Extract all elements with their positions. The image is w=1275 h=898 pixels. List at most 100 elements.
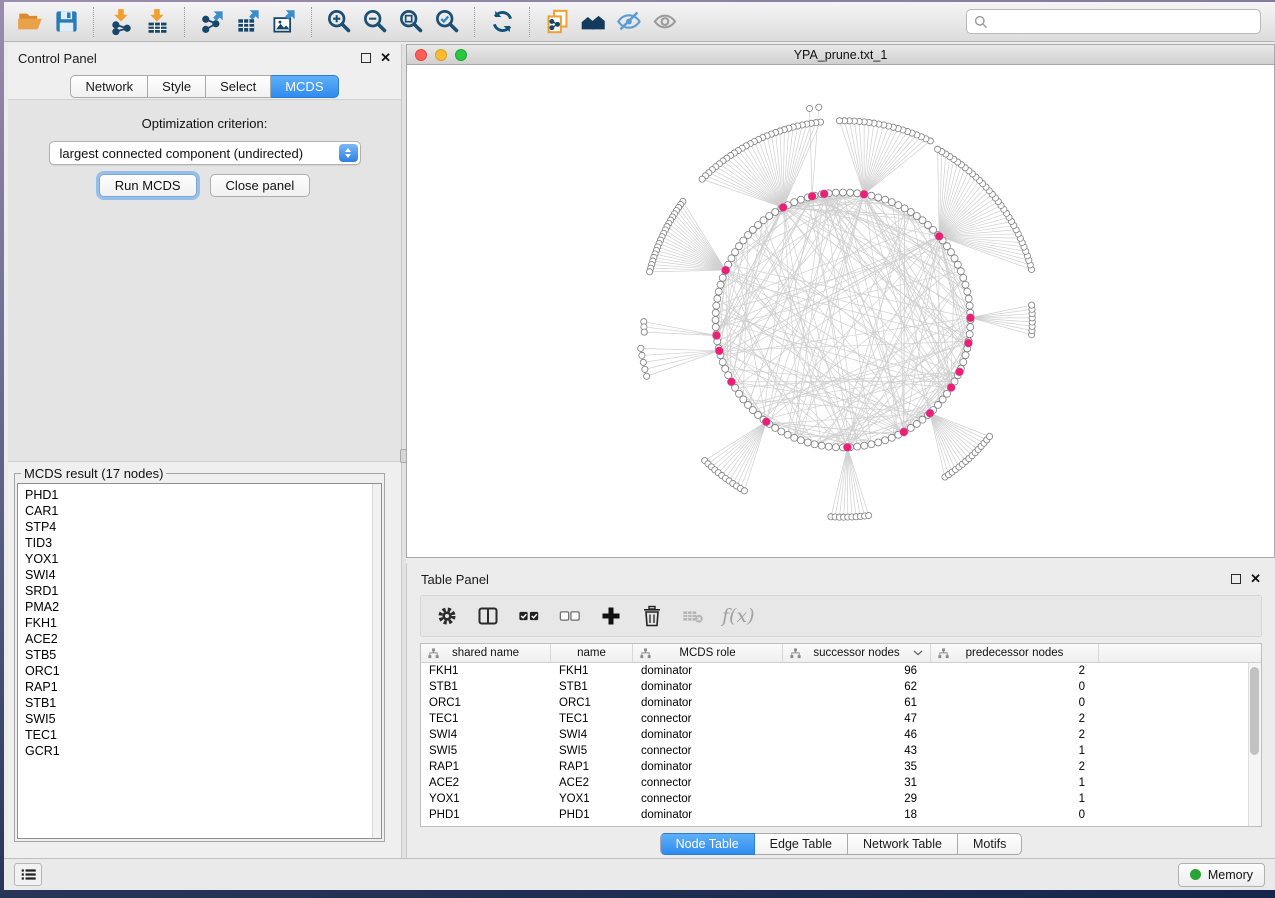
tab-network[interactable]: Network bbox=[70, 75, 148, 98]
zoom-fit-button[interactable] bbox=[393, 5, 429, 39]
import-network-icon bbox=[108, 8, 135, 35]
table-row[interactable]: RAP1RAP1dominator352 bbox=[421, 759, 1248, 775]
table-row[interactable]: FKH1FKH1dominator962 bbox=[421, 663, 1248, 679]
mcds-result-item[interactable]: PHD1 bbox=[25, 487, 381, 503]
export-table-icon bbox=[235, 8, 262, 35]
table-row[interactable]: YOX1YOX1connector291 bbox=[421, 791, 1248, 807]
zoom-in-button[interactable] bbox=[321, 5, 357, 39]
show-graphics-details-button[interactable] bbox=[647, 5, 683, 39]
export-network-button[interactable] bbox=[194, 5, 230, 39]
delete-table-button[interactable] bbox=[681, 604, 705, 628]
mcds-list-scrollbar[interactable] bbox=[372, 484, 381, 838]
open-file-button[interactable] bbox=[12, 5, 48, 39]
column-header-successor-nodes[interactable]: successor nodes bbox=[783, 644, 931, 662]
tab-select[interactable]: Select bbox=[206, 75, 271, 98]
import-table-button[interactable] bbox=[139, 5, 175, 39]
table-row[interactable]: TEC1TEC1connector472 bbox=[421, 711, 1248, 727]
mcds-result-item[interactable]: SWI5 bbox=[25, 711, 381, 727]
mcds-result-item[interactable]: ACE2 bbox=[25, 631, 381, 647]
table-row[interactable]: SWI5SWI5connector431 bbox=[421, 743, 1248, 759]
tab-motifs[interactable]: Motifs bbox=[958, 833, 1022, 855]
cell-name: TEC1 bbox=[551, 711, 633, 727]
search-icon bbox=[974, 15, 988, 29]
search-input[interactable] bbox=[993, 15, 1253, 29]
export-image-button[interactable] bbox=[266, 5, 302, 39]
mcds-result-item[interactable]: RAP1 bbox=[25, 679, 381, 695]
split-panel-button[interactable] bbox=[476, 604, 500, 628]
float-panel-icon[interactable] bbox=[361, 53, 371, 63]
memory-button[interactable]: Memory bbox=[1178, 863, 1265, 887]
cell-MCDS-role: dominator bbox=[633, 759, 783, 775]
function-builder-icon[interactable]: f(x) bbox=[722, 605, 755, 627]
close-table-panel-icon[interactable]: ✕ bbox=[1250, 574, 1261, 584]
tab-mcds[interactable]: MCDS bbox=[271, 75, 338, 98]
mcds-result-item[interactable]: PMA2 bbox=[25, 599, 381, 615]
table-row[interactable]: SWI4SWI4dominator462 bbox=[421, 727, 1248, 743]
add-column-button[interactable] bbox=[599, 604, 623, 628]
mcds-result-item[interactable]: TID3 bbox=[25, 535, 381, 551]
column-header-shared-name[interactable]: shared name bbox=[421, 644, 551, 662]
float-table-panel-icon[interactable] bbox=[1231, 574, 1241, 584]
cell-successor-nodes: 46 bbox=[783, 727, 931, 743]
refresh-button[interactable] bbox=[484, 5, 520, 39]
table-row[interactable]: PHD1PHD1dominator180 bbox=[421, 807, 1248, 823]
mcds-result-item[interactable]: STB1 bbox=[25, 695, 381, 711]
close-panel-icon[interactable]: ✕ bbox=[380, 53, 391, 63]
mcds-result-item[interactable]: YOX1 bbox=[25, 551, 381, 567]
column-header-MCDS-role[interactable]: MCDS role bbox=[633, 644, 783, 662]
hide-graphics-details-button[interactable] bbox=[611, 5, 647, 39]
mcds-result-item[interactable]: ORC1 bbox=[25, 663, 381, 679]
network-window-title: YPA_prune.txt_1 bbox=[407, 48, 1274, 62]
table-row[interactable]: STB1STB1dominator620 bbox=[421, 679, 1248, 695]
import-network-button[interactable] bbox=[103, 5, 139, 39]
mcds-result-item[interactable]: TEC1 bbox=[25, 727, 381, 743]
close-panel-button[interactable]: Close panel bbox=[210, 174, 311, 197]
maximize-window-button[interactable] bbox=[455, 49, 467, 61]
criterion-dropdown[interactable]: largest connected component (undirected) bbox=[49, 141, 361, 165]
mcds-result-item[interactable]: STB5 bbox=[25, 647, 381, 663]
mcds-result-item[interactable]: GCR1 bbox=[25, 743, 381, 759]
network-canvas[interactable] bbox=[407, 65, 1274, 557]
cell-MCDS-role: connector bbox=[633, 775, 783, 791]
table-tabs: Node TableEdge TableNetwork TableMotifs bbox=[407, 833, 1275, 855]
zoom-selected-button[interactable] bbox=[429, 5, 465, 39]
table-settings-button[interactable] bbox=[435, 604, 459, 628]
tab-node-table[interactable]: Node Table bbox=[660, 833, 755, 855]
tab-style[interactable]: Style bbox=[148, 75, 206, 98]
tree-icon bbox=[640, 648, 651, 659]
mcds-result-list[interactable]: PHD1CAR1STP4TID3YOX1SWI4SRD1PMA2FKH1ACE2… bbox=[17, 483, 382, 839]
close-window-button[interactable] bbox=[415, 49, 427, 61]
task-history-button[interactable] bbox=[14, 863, 42, 886]
duplicate-network-button[interactable] bbox=[539, 5, 575, 39]
delete-columns-button[interactable] bbox=[640, 604, 664, 628]
tab-network-table[interactable]: Network Table bbox=[848, 833, 958, 855]
column-label: MCDS role bbox=[679, 647, 735, 659]
cell-MCDS-role: dominator bbox=[633, 807, 783, 823]
cell-shared-name: FKH1 bbox=[421, 663, 551, 679]
minimize-window-button[interactable] bbox=[435, 49, 447, 61]
tab-edge-table[interactable]: Edge Table bbox=[755, 833, 848, 855]
cell-MCDS-role: connector bbox=[633, 711, 783, 727]
column-header-name[interactable]: name bbox=[551, 644, 633, 662]
select-all-columns-button[interactable] bbox=[517, 604, 541, 628]
mcds-result-item[interactable]: CAR1 bbox=[25, 503, 381, 519]
mcds-result-item[interactable]: FKH1 bbox=[25, 615, 381, 631]
column-header-predecessor-nodes[interactable]: predecessor nodes bbox=[931, 644, 1099, 662]
table-row[interactable]: ACE2ACE2connector311 bbox=[421, 775, 1248, 791]
overview-button[interactable] bbox=[575, 5, 611, 39]
table-scrollbar-thumb[interactable] bbox=[1250, 667, 1259, 755]
run-mcds-button[interactable]: Run MCDS bbox=[99, 174, 197, 197]
table-panel: Table Panel ✕ f(x) shared namenameMCDS r… bbox=[406, 563, 1275, 858]
export-table-button[interactable] bbox=[230, 5, 266, 39]
mcds-result-item[interactable]: STP4 bbox=[25, 519, 381, 535]
network-window-titlebar[interactable]: YPA_prune.txt_1 bbox=[407, 45, 1274, 65]
cell-MCDS-role: dominator bbox=[633, 695, 783, 711]
memory-status-icon bbox=[1190, 869, 1201, 880]
mcds-result-item[interactable]: SWI4 bbox=[25, 567, 381, 583]
save-session-button[interactable] bbox=[48, 5, 84, 39]
table-row[interactable]: ORC1ORC1dominator610 bbox=[421, 695, 1248, 711]
control-panel: Control Panel ✕ NetworkStyleSelectMCDS O… bbox=[8, 44, 402, 858]
zoom-out-button[interactable] bbox=[357, 5, 393, 39]
deselect-all-columns-button[interactable] bbox=[558, 604, 582, 628]
mcds-result-item[interactable]: SRD1 bbox=[25, 583, 381, 599]
